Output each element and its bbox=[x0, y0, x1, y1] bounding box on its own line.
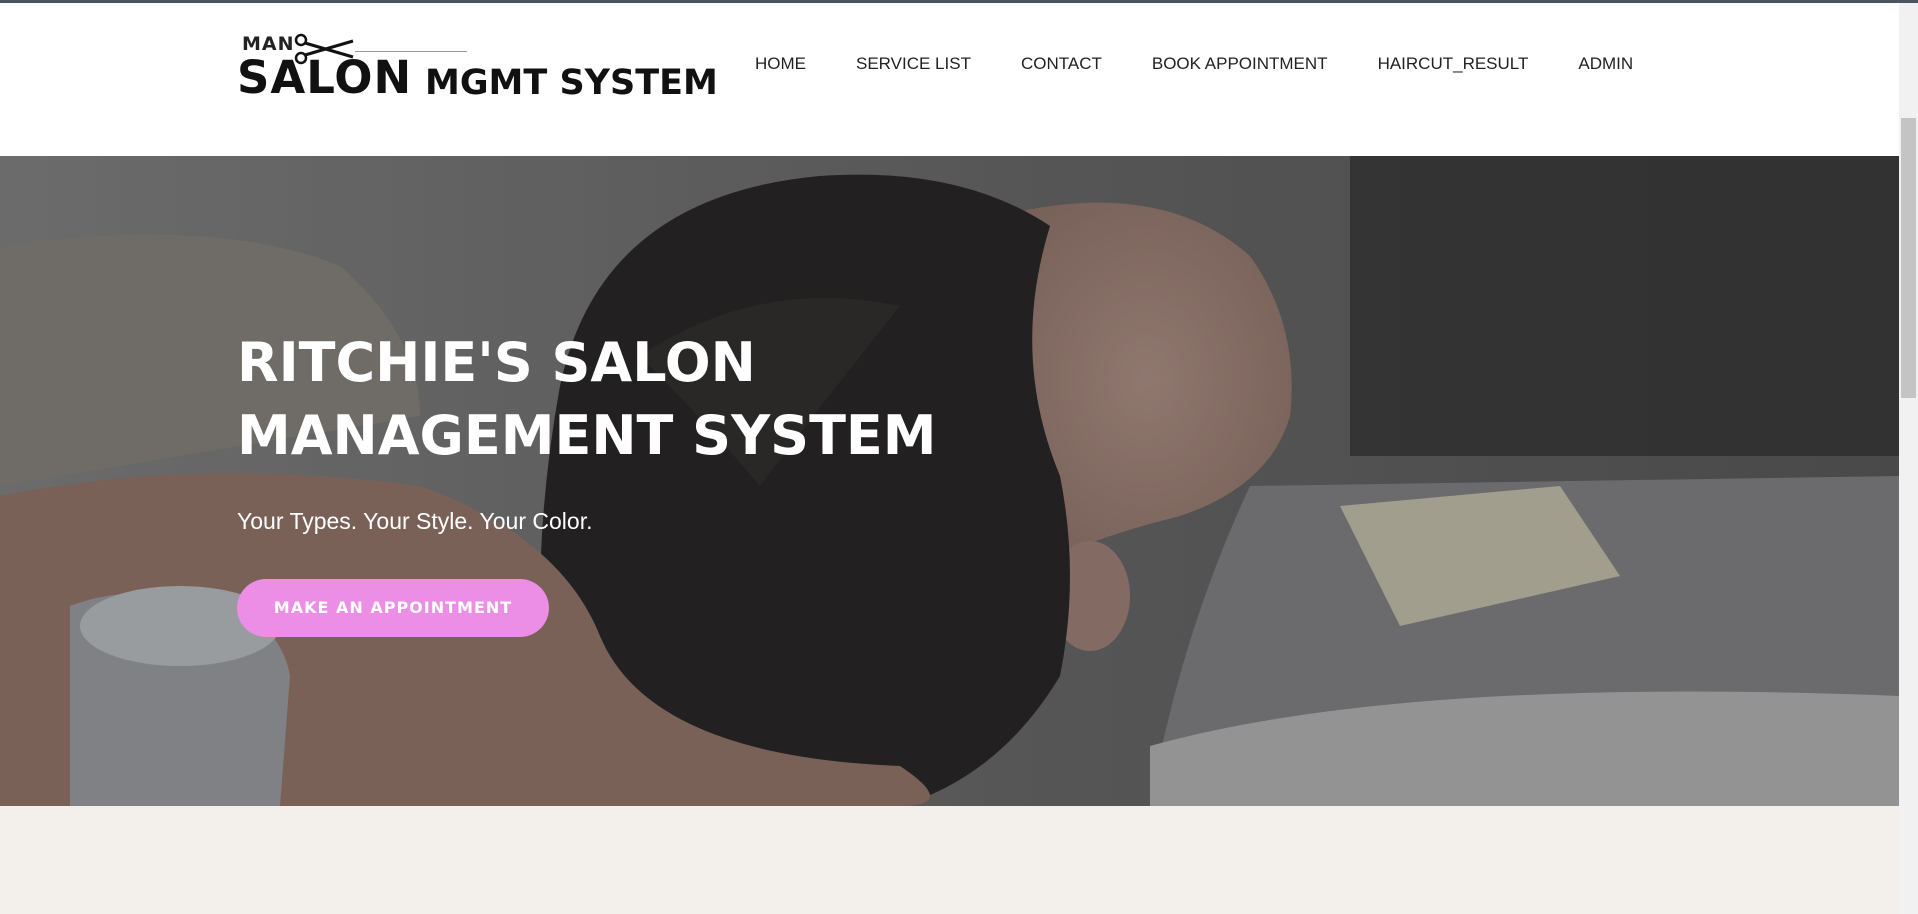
page-scrollbar[interactable] bbox=[1899, 3, 1918, 914]
nav-admin[interactable]: ADMIN bbox=[1578, 52, 1633, 76]
hero-title: RITCHIE'S SALON MANAGEMENT SYSTEM bbox=[237, 326, 1037, 472]
site-header: MAN SALON MGMT SYSTEM HOME SERVICE LIST … bbox=[0, 3, 1899, 156]
nav-haircut-result[interactable]: HAIRCUT_RESULT bbox=[1378, 52, 1529, 76]
hero-banner: RITCHIE'S SALON MANAGEMENT SYSTEM Your T… bbox=[0, 156, 1899, 806]
nav-book-appointment[interactable]: BOOK APPOINTMENT bbox=[1152, 52, 1328, 76]
logo-text-mgmt-system: MGMT SYSTEM bbox=[425, 63, 718, 103]
nav-home[interactable]: HOME bbox=[755, 52, 806, 76]
hero-title-line-1: RITCHIE'S SALON bbox=[237, 331, 756, 394]
site-logo[interactable]: MAN SALON MGMT SYSTEM bbox=[237, 29, 718, 109]
logo-text-salon: SALON bbox=[237, 51, 413, 104]
nav-service-list[interactable]: SERVICE LIST bbox=[856, 52, 971, 76]
make-appointment-button[interactable]: MAKE AN APPOINTMENT bbox=[237, 579, 549, 637]
hero-subtitle: Your Types. Your Style. Your Color. bbox=[237, 508, 593, 534]
hero-title-line-2: MANAGEMENT SYSTEM bbox=[237, 404, 937, 467]
main-nav: HOME SERVICE LIST CONTACT BOOK APPOINTME… bbox=[755, 52, 1683, 76]
hero-background-image bbox=[0, 156, 1899, 806]
nav-contact[interactable]: CONTACT bbox=[1021, 52, 1102, 76]
scrollbar-thumb[interactable] bbox=[1901, 118, 1916, 398]
